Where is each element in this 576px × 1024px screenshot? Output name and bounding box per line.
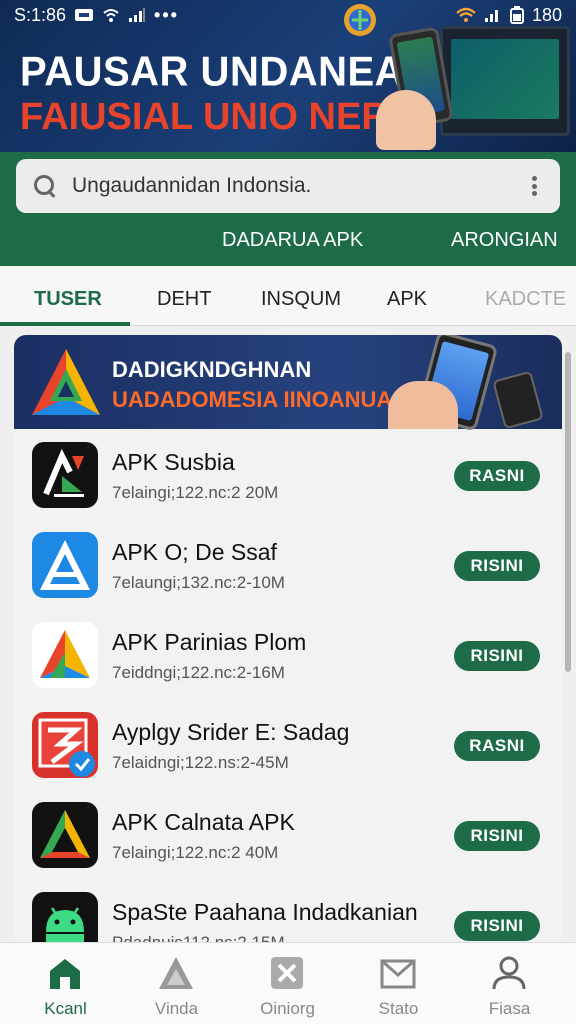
list-item[interactable]: APK Susbia 7elaingi;122.nc:2 20M RASNI — [14, 431, 562, 521]
install-button[interactable]: RISINI — [454, 911, 540, 941]
search-bar[interactable] — [16, 159, 560, 213]
app-meta: 7elaungi;132.nc:2-10M — [112, 573, 285, 592]
install-button[interactable]: RISINI — [454, 551, 540, 581]
nav-stato[interactable]: Stato — [341, 943, 456, 1024]
nav-label: Kcanl — [44, 999, 87, 1018]
bottom-navigation: Kcanl Vinda Oiniorg Stato Fiasa — [0, 942, 576, 1024]
app-list-card: DADIGKNDGHNAN UADADOMESIA IINOANUA! APK … — [14, 335, 562, 955]
install-button[interactable]: RISINI — [454, 821, 540, 851]
tab-tuser[interactable]: TUSER — [34, 288, 102, 311]
search-icon[interactable] — [32, 173, 58, 199]
nav-fiasa[interactable]: Fiasa — [452, 943, 567, 1024]
subnav-link-apk[interactable]: DADARUA APK — [222, 229, 363, 252]
tab-insqum[interactable]: INSQUM — [261, 288, 341, 311]
nav-label: Fiasa — [488, 999, 531, 1018]
tab-apk[interactable]: APK — [387, 288, 427, 311]
search-input[interactable] — [72, 174, 524, 198]
list-item[interactable]: APK Parinias Plom 7eiddngi;122.nc:2-16M … — [14, 611, 562, 701]
scrollbar[interactable] — [565, 352, 571, 672]
nav-vinda[interactable]: Vinda — [119, 943, 234, 1024]
app-meta: 7elaingi;122.nc:2 20M — [112, 483, 279, 502]
nav-label: Vinda — [154, 999, 199, 1018]
tab-kadcte[interactable]: KADCTE — [485, 288, 566, 311]
nav-home[interactable]: Kcanl — [8, 943, 123, 1024]
nav-label: Oiniorg — [260, 999, 315, 1018]
signal-icon — [129, 8, 146, 22]
hero-title-line2: FAIUSIAL UNIO NERIA — [20, 96, 427, 138]
active-tab-indicator — [0, 322, 130, 326]
app-name: APK O; De Ssaf — [112, 539, 277, 565]
globe-icon — [344, 4, 376, 36]
nav-label: Stato — [378, 999, 419, 1018]
close-box-icon — [271, 957, 303, 989]
app-meta: 7elaingi;122.nc:2 40M — [112, 843, 279, 862]
triangle-icon — [159, 957, 193, 989]
profile-icon — [492, 956, 526, 990]
store-logo-icon — [32, 349, 100, 415]
banner-phones-illustration — [386, 335, 556, 432]
banner-line2: UADADOMESIA IINOANUA! — [112, 387, 400, 412]
nav-oiniorg[interactable]: Oiniorg — [230, 943, 345, 1024]
more-dots-icon: ••• — [154, 4, 179, 25]
inbox-icon — [380, 959, 416, 989]
app-meta: 7eiddngi;122.nc:2-16M — [112, 663, 285, 682]
wifi-calling-icon — [103, 9, 119, 22]
home-icon — [50, 959, 80, 989]
list-item[interactable]: APK Calnata APK 7elaingi;122.nc:2 40M RI… — [14, 791, 562, 881]
hero-devices-illustration — [376, 20, 576, 152]
promo-banner[interactable]: DADIGKNDGHNAN UADADOMESIA IINOANUA! — [14, 335, 562, 432]
apk-susbia-icon — [32, 442, 98, 508]
hero-title-line1: PAUSAR UNDANEAN — [20, 48, 434, 96]
banner-line1: DADIGKNDGHNAN — [112, 357, 312, 382]
app-list: APK Susbia 7elaingi;122.nc:2 20M RASNI A… — [14, 431, 562, 955]
app-name: APK Calnata APK — [112, 809, 295, 835]
category-tabs: TUSER DEHT INSQUM APK KADCTE — [0, 266, 576, 326]
apk-parinias-icon — [32, 622, 98, 688]
app-name: APK Parinias Plom — [112, 629, 307, 655]
list-item[interactable]: APK O; De Ssaf 7elaungi;132.nc:2-10M RIS… — [14, 521, 562, 611]
status-time: S:1:86 — [14, 4, 67, 25]
install-button[interactable]: RASNI — [454, 731, 540, 761]
list-item[interactable]: Ayplgy Srider E: Sadag 7elaidngi;122.ns:… — [14, 701, 562, 791]
overflow-menu-icon[interactable] — [524, 173, 544, 199]
app-name: SpaSte Paahana Indadkanian — [112, 899, 418, 925]
app-meta: 7elaidngi;122.ns:2-45M — [112, 753, 289, 772]
app-name: Ayplgy Srider E: Sadag — [112, 719, 350, 745]
apk-calnata-icon — [32, 802, 98, 868]
hero-banner: S:1:86 ••• 180 PAUSAR UNDANEAN FAIUSIAL … — [0, 0, 576, 152]
install-button[interactable]: RISINI — [454, 641, 540, 671]
install-button[interactable]: RASNI — [454, 461, 540, 491]
ayplgy-icon — [32, 712, 98, 778]
apk-ode-ssaf-icon — [32, 532, 98, 598]
tab-deht[interactable]: DEHT — [157, 288, 211, 311]
subnav-link-arongian[interactable]: ARONGIAN — [451, 229, 558, 252]
message-icon — [75, 9, 94, 21]
app-name: APK Susbia — [112, 449, 235, 475]
